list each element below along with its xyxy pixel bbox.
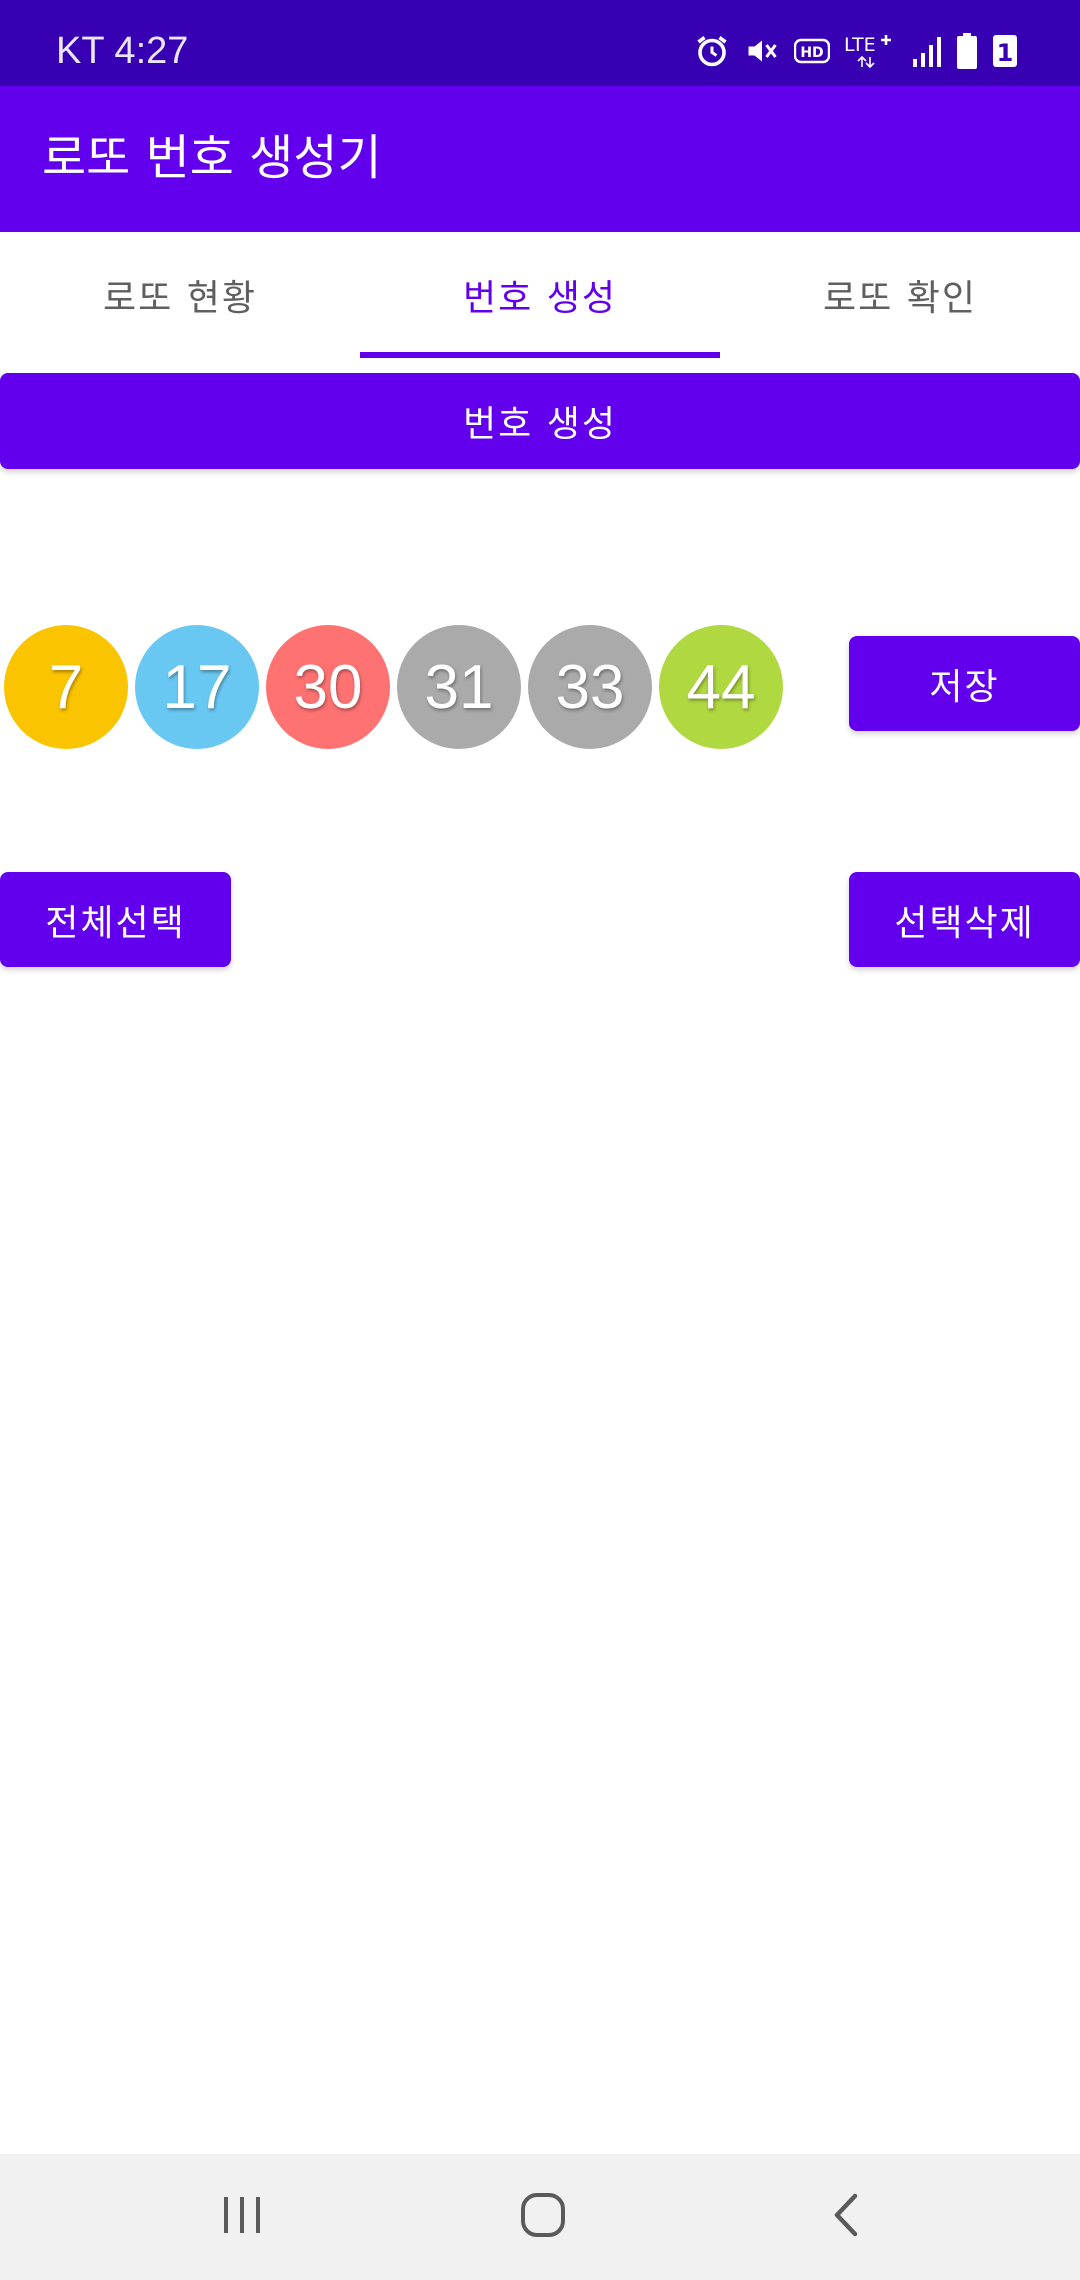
tab-lotto-check[interactable]: 로또 확인 — [720, 232, 1080, 358]
tab-indicator — [360, 352, 720, 358]
status-icons: HD LTE 1 — [694, 28, 1018, 74]
lte-label: LTE — [844, 34, 876, 56]
battery-icon — [956, 32, 978, 70]
mute-icon — [744, 33, 780, 69]
back-button[interactable] — [746, 2154, 946, 2280]
sim-label: 1 — [997, 39, 1014, 67]
alarm-icon — [694, 33, 730, 69]
tab-label: 로또 현황 — [103, 278, 257, 319]
hd-icon: HD — [794, 36, 830, 66]
tab-label: 로또 확인 — [823, 278, 977, 319]
select-all-button[interactable]: 전체선택 — [0, 872, 231, 967]
lotto-ball: 17 — [135, 625, 259, 749]
generate-button[interactable]: 번호 생성 — [0, 373, 1080, 469]
lotto-ball: 7 — [4, 625, 128, 749]
carrier-time: KT 4:27 — [56, 30, 189, 72]
navigation-bar — [0, 2154, 1080, 2280]
lotto-ball: 31 — [397, 625, 521, 749]
delete-selected-button[interactable]: 선택삭제 — [849, 872, 1080, 967]
app-title: 로또 번호 생성기 — [42, 130, 382, 186]
hd-label: HD — [800, 45, 823, 61]
tab-label: 번호 생성 — [463, 278, 617, 319]
home-button[interactable] — [443, 2154, 643, 2280]
tab-bar: 로또 현황 번호 생성 로또 확인 — [0, 232, 1080, 358]
home-icon — [519, 2191, 567, 2243]
sim-1-icon: 1 — [992, 33, 1018, 69]
lotto-balls: 7 17 30 31 33 44 — [4, 625, 783, 749]
status-bar: KT 4:27 HD LTE 1 — [0, 0, 1080, 86]
signal-icon — [912, 33, 942, 69]
app-bar: 로또 번호 생성기 — [0, 86, 1080, 232]
back-icon — [829, 2192, 863, 2242]
tab-generate-numbers[interactable]: 번호 생성 — [360, 232, 720, 358]
tab-lotto-status[interactable]: 로또 현황 — [0, 232, 360, 358]
recent-apps-button[interactable] — [142, 2154, 342, 2280]
recent-apps-icon — [220, 2195, 264, 2239]
lotto-ball: 30 — [266, 625, 390, 749]
save-button[interactable]: 저장 — [849, 636, 1080, 731]
lotto-ball: 44 — [659, 625, 783, 749]
lotto-ball: 33 — [528, 625, 652, 749]
lte-plus-icon: LTE — [844, 31, 898, 71]
